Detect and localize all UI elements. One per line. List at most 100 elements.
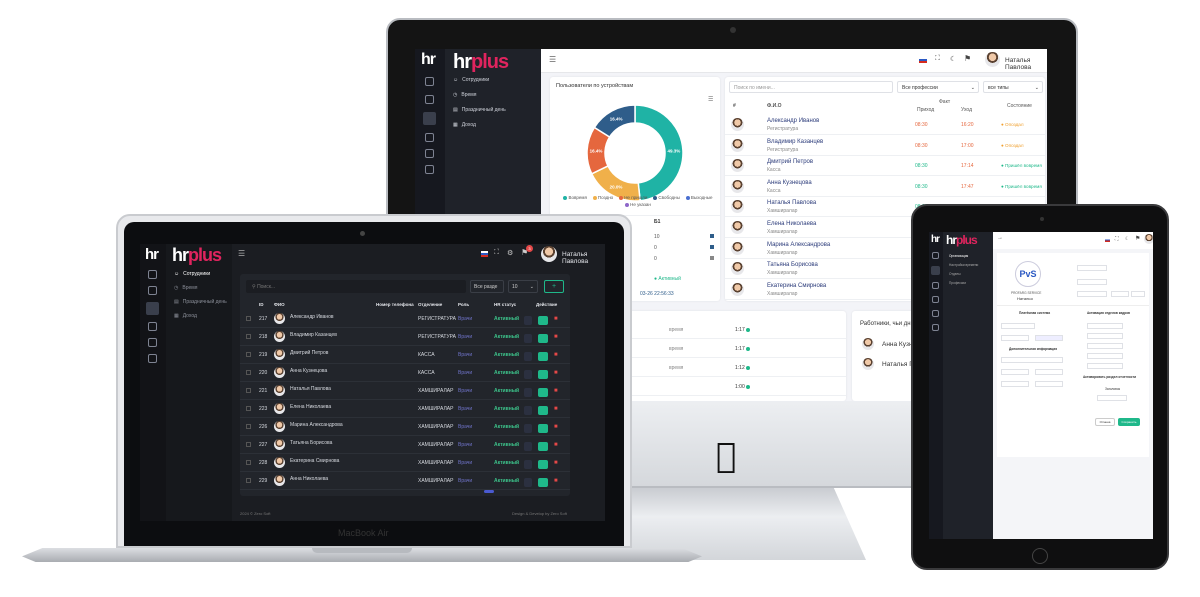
menu-item-professions[interactable]: Профессии <box>949 281 966 285</box>
video-icon[interactable] <box>932 296 939 303</box>
flag-ru-icon[interactable] <box>919 57 927 63</box>
building-icon[interactable] <box>148 286 157 295</box>
employee-name[interactable]: Владимир Казанцев <box>290 332 337 338</box>
flag-ru-icon[interactable] <box>1105 238 1110 242</box>
view-button[interactable] <box>524 442 532 451</box>
menu-icon[interactable]: ☰ <box>708 96 713 103</box>
menu-item-organization[interactable]: Организация <box>949 254 968 258</box>
table-row[interactable]: 227 Татьяна Борисова ХАМШИРАЛАР Врачи Активн… <box>240 436 570 454</box>
text-field[interactable] <box>1077 279 1107 285</box>
table-row[interactable]: Дмитрий Петров Касса 08:30 17:14 ● Пришёл во… <box>725 156 1045 177</box>
delete-button[interactable]: ■ <box>554 442 562 451</box>
profession-select[interactable]: Все профессии ⌄ <box>897 81 979 93</box>
grid-icon[interactable] <box>932 252 939 259</box>
menu-item-employees[interactable]: ☺ Сотрудники <box>174 271 210 277</box>
avatar[interactable] <box>985 52 1000 67</box>
employee-name[interactable]: Екатерина Смирнова <box>767 283 826 289</box>
employee-name[interactable]: Наталья Павлова <box>290 386 331 392</box>
search-input[interactable]: Поиск по имени... <box>729 81 893 93</box>
text-field[interactable] <box>1035 335 1063 341</box>
delete-button[interactable]: ■ <box>554 406 562 415</box>
hamburger-icon[interactable]: ☰ <box>238 249 245 258</box>
select-field[interactable] <box>1001 323 1035 329</box>
arrow-right-icon[interactable]: → <box>997 235 1003 241</box>
edit-button[interactable] <box>538 352 548 361</box>
text-field[interactable] <box>1077 291 1107 297</box>
table-row[interactable]: Анна Кузнецова Касса 08:30 17:47 ● Пришёл во… <box>725 177 1045 197</box>
type-select[interactable]: все типы ⌄ <box>983 81 1043 93</box>
avatar[interactable] <box>541 246 557 262</box>
delete-button[interactable]: ■ <box>554 478 562 487</box>
employee-name[interactable]: Марина Александрова <box>767 242 830 248</box>
edit-button[interactable] <box>538 424 548 433</box>
employee-name[interactable]: Елена Николаева <box>767 221 816 227</box>
flag-ru-icon[interactable] <box>481 251 488 257</box>
employee-name[interactable]: Владимир Казанцев <box>767 139 823 145</box>
text-field[interactable] <box>1087 363 1123 369</box>
delete-button[interactable]: ■ <box>554 334 562 343</box>
settings-icon[interactable]: ⚙ <box>507 249 513 257</box>
view-button[interactable] <box>524 352 532 361</box>
moon-icon[interactable]: ☾ <box>1125 236 1129 242</box>
video-icon[interactable] <box>148 322 157 331</box>
table-row[interactable]: 226 Марина Александрова ХАМШИРАЛАР Врачи Акт… <box>240 418 570 436</box>
view-button[interactable] <box>524 388 532 397</box>
row-checkbox[interactable] <box>246 316 251 321</box>
delete-button[interactable]: ■ <box>554 424 562 433</box>
edit-button[interactable] <box>538 442 548 451</box>
clipboard-icon[interactable] <box>932 324 939 331</box>
menu-item-holiday[interactable]: ▤ Праздничный день <box>453 107 506 113</box>
table-row[interactable]: 228 Екатерина Смирнова ХАМШИРАЛАР Врачи Акти… <box>240 454 570 472</box>
text-field[interactable] <box>1097 395 1127 401</box>
menu-item-time[interactable]: ◷ Время <box>453 92 476 98</box>
users-icon[interactable] <box>146 302 159 315</box>
user-name[interactable]: Наталья Павлова <box>1005 57 1047 71</box>
text-field[interactable] <box>1087 333 1123 339</box>
menu-item-time[interactable]: ◷ Время <box>174 285 197 291</box>
clipboard-icon[interactable] <box>425 165 434 174</box>
employee-name[interactable]: Александр Иванов <box>290 314 334 320</box>
employee-name[interactable]: Анна Кузнецова <box>290 368 327 374</box>
company-logo[interactable]: PvS <box>1015 261 1041 287</box>
text-field[interactable] <box>1001 335 1029 341</box>
pagination[interactable] <box>484 490 494 493</box>
fullscreen-icon[interactable]: ⛶ <box>935 55 940 63</box>
delete-button[interactable]: ■ <box>554 316 562 325</box>
row-checkbox[interactable] <box>246 370 251 375</box>
legend-item[interactable]: Не пришли <box>619 195 647 200</box>
table-row[interactable]: 229 Анна Николаева ХАМШИРАЛАР Врачи Активный… <box>240 472 570 490</box>
edit-button[interactable] <box>538 370 548 379</box>
employee-name[interactable]: Екатерина Смирнова <box>290 458 339 464</box>
fullscreen-icon[interactable]: ⛶ <box>1115 236 1119 242</box>
menu-item-employees[interactable]: ☺ Сотрудники <box>453 77 489 83</box>
legend-item[interactable]: Вовремя <box>563 195 587 200</box>
row-checkbox[interactable] <box>246 442 251 447</box>
row-checkbox[interactable] <box>246 460 251 465</box>
edit-button[interactable] <box>538 316 548 325</box>
employee-name[interactable]: Дмитрий Петров <box>290 350 328 356</box>
row-checkbox[interactable] <box>246 388 251 393</box>
phone-icon[interactable] <box>148 338 157 347</box>
avatar[interactable] <box>1144 234 1153 244</box>
page-size-select[interactable]: 10 ⌄ <box>508 280 538 293</box>
edit-button[interactable] <box>538 460 548 469</box>
user-name[interactable]: Наталья Павлова <box>562 251 605 265</box>
cancel-button[interactable]: Отмена <box>1095 418 1115 426</box>
view-button[interactable] <box>524 334 532 343</box>
view-button[interactable] <box>524 316 532 325</box>
moon-icon[interactable]: ☾ <box>950 55 956 63</box>
text-field[interactable] <box>1001 381 1029 387</box>
employee-name[interactable]: Татьяна Борисова <box>767 262 818 268</box>
edit-button[interactable] <box>538 478 548 487</box>
table-row[interactable]: 223 Елена Николаева ХАМШИРАЛАР Врачи Активны… <box>240 400 570 418</box>
employee-name[interactable]: Дмитрий Петров <box>767 159 813 165</box>
employee-name[interactable]: Анна Николаева <box>290 476 328 482</box>
text-field[interactable] <box>1077 265 1107 271</box>
text-field[interactable] <box>1111 291 1129 297</box>
view-button[interactable] <box>524 424 532 433</box>
menu-item-time-settings[interactable]: Настройки времени <box>949 263 978 267</box>
grid-icon[interactable] <box>148 270 157 279</box>
hamburger-icon[interactable]: ☰ <box>549 55 556 64</box>
phone-icon[interactable] <box>425 149 434 158</box>
row-checkbox[interactable] <box>246 352 251 357</box>
